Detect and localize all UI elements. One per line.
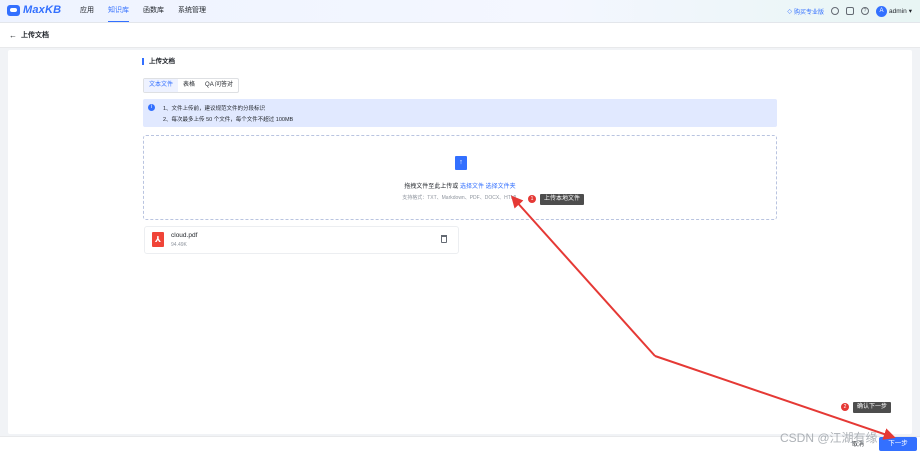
annotation-callout-next: 确认下一步 bbox=[853, 402, 892, 413]
arrow-left-icon: ← bbox=[9, 30, 17, 40]
select-folder-link[interactable]: 选择文件夹 bbox=[486, 184, 516, 190]
help-icon[interactable]: ? bbox=[861, 7, 870, 15]
main-nav: 应用 知识库 函数库 系统管理 bbox=[80, 0, 206, 22]
trash-icon[interactable] bbox=[441, 235, 447, 243]
nav-item-system[interactable]: 系统管理 bbox=[178, 0, 206, 21]
next-step-button[interactable]: 下一步 bbox=[879, 437, 917, 451]
info-icon: i bbox=[148, 104, 155, 111]
doc-type-tabs: 文本文件 表格 QA 问答对 bbox=[143, 78, 240, 93]
notice-line-1: 1、文件上传前，建议规范文件的分段标识 bbox=[163, 106, 266, 112]
section-title: 上传文档 bbox=[142, 58, 175, 65]
annotation-badge-2: 2 bbox=[841, 403, 849, 411]
upload-dropzone[interactable]: ↑ 拖拽文件至此上传或 选择文件 选择文件夹 支持格式：TXT、Markdown… bbox=[143, 135, 777, 220]
tab-table[interactable]: 表格 bbox=[178, 79, 200, 92]
annotation-callout-upload: 上传本地文件 bbox=[540, 194, 585, 205]
user-menu[interactable]: A admin ▾ bbox=[876, 5, 912, 17]
buy-pro-label: 购买专业版 bbox=[794, 9, 825, 16]
top-right-actions: ◇ 购买专业版 ? A admin ▾ bbox=[787, 0, 912, 22]
top-navbar: MaxKB 应用 知识库 函数库 系统管理 ◇ 购买专业版 ? A admin … bbox=[0, 0, 920, 23]
nav-item-functions[interactable]: 函数库 bbox=[143, 0, 164, 21]
logo-icon bbox=[7, 4, 20, 16]
diamond-icon: ◇ bbox=[787, 8, 792, 15]
tab-text-file[interactable]: 文本文件 bbox=[144, 79, 179, 92]
pdf-icon: ⅄ bbox=[152, 232, 164, 247]
notice-line-2: 2、每次最多上传 50 个文件，每个文件不超过 100MB bbox=[163, 117, 294, 123]
chevron-down-icon: ▾ bbox=[908, 8, 912, 15]
file-size: 94.49K bbox=[171, 242, 187, 248]
dropzone-hint: 拖拽文件至此上传或 bbox=[404, 184, 459, 190]
upload-file-icon: ↑ bbox=[455, 156, 467, 170]
upload-notice: i 1、文件上传前，建议规范文件的分段标识 2、每次最多上传 50 个文件，每个… bbox=[143, 99, 777, 127]
uploaded-file-item: ⅄ cloud.pdf 94.49K bbox=[144, 226, 459, 254]
logo[interactable]: MaxKB bbox=[7, 4, 61, 16]
nav-item-knowledge[interactable]: 知识库 bbox=[108, 0, 129, 22]
supported-formats: 支持格式：TXT、Markdown、PDF、DOCX、HTML bbox=[402, 195, 518, 201]
docs-icon[interactable] bbox=[846, 7, 855, 15]
tab-qa[interactable]: QA 问答对 bbox=[200, 79, 238, 92]
back-button[interactable]: ← 上传文档 bbox=[9, 30, 49, 40]
annotation-badge-1: 1 bbox=[528, 195, 536, 203]
watermark: CSDN @江湖有缘 bbox=[780, 431, 878, 445]
nav-item-apps[interactable]: 应用 bbox=[80, 0, 94, 21]
buy-pro-link[interactable]: ◇ 购买专业版 bbox=[787, 7, 824, 16]
github-icon[interactable] bbox=[831, 7, 840, 15]
file-name: cloud.pdf bbox=[171, 232, 198, 239]
select-file-link[interactable]: 选择文件 bbox=[460, 184, 484, 190]
logo-text: MaxKB bbox=[23, 4, 62, 16]
avatar: A bbox=[876, 5, 888, 17]
user-name: admin bbox=[889, 7, 907, 15]
dropzone-text: 拖拽文件至此上传或 选择文件 选择文件夹 bbox=[144, 181, 776, 190]
page-title: 上传文档 bbox=[21, 32, 49, 39]
page-header: ← 上传文档 bbox=[0, 23, 920, 48]
